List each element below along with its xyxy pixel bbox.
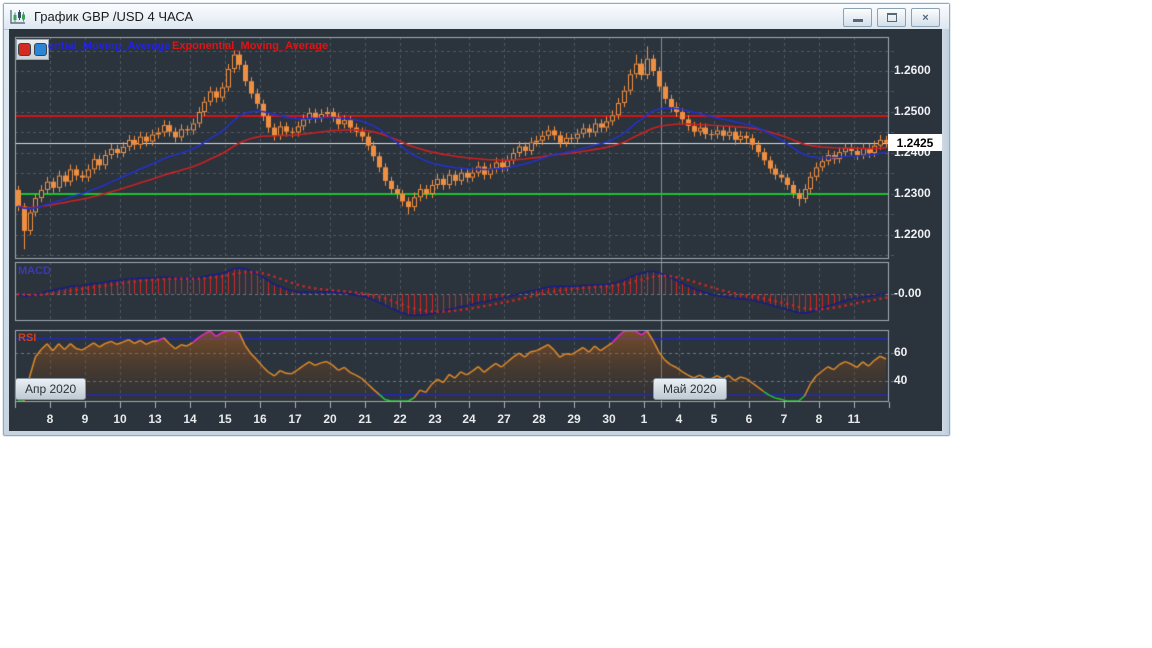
- close-icon: ×: [922, 11, 929, 24]
- date-tick-label: 14: [183, 412, 197, 426]
- restore-icon: [886, 13, 897, 22]
- rsi-panel-label: RSI: [18, 332, 37, 344]
- indicator-red-chip[interactable]: [18, 43, 31, 56]
- date-tick-label: 24: [462, 412, 476, 426]
- indicator-blue-chip[interactable]: [34, 43, 47, 56]
- date-tick-label: 15: [218, 412, 232, 426]
- month-marker-april[interactable]: Апр 2020: [15, 378, 87, 400]
- month-marker-may-label: Май 2020: [663, 382, 717, 396]
- price-chart-canvas[interactable]: [9, 29, 942, 431]
- date-tick-label: 29: [567, 412, 581, 426]
- date-tick-label: 1: [640, 412, 648, 426]
- date-tick-label: 4: [675, 412, 683, 426]
- price-tick-label: 1.2600: [894, 63, 931, 77]
- date-tick-label: 7: [780, 412, 788, 426]
- date-tick-label: 23: [428, 412, 442, 426]
- date-tick-label: 13: [148, 412, 162, 426]
- window-title: График GBP /USD 4 ЧАСА: [34, 9, 194, 24]
- date-tick-label: 9: [81, 412, 89, 426]
- macd-panel-label: MACD: [18, 265, 51, 277]
- date-tick-label: 21: [358, 412, 372, 426]
- close-button[interactable]: ×: [911, 8, 940, 27]
- date-tick-label: 5: [710, 412, 718, 426]
- date-tick-label: 17: [288, 412, 302, 426]
- date-tick-label: 6: [745, 412, 753, 426]
- indicator-chips-box: [16, 39, 49, 60]
- date-tick-label: 10: [113, 412, 127, 426]
- price-tick-label: 1.2500: [894, 104, 931, 118]
- rsi-tick-label: 60: [894, 345, 908, 359]
- chart-window: График GBP /USD 4 ЧАСА × ential_Moving_A…: [3, 3, 950, 436]
- price-tick-label: 1.2200: [894, 227, 931, 241]
- ema-slow-legend-label[interactable]: Exponential_Moving_Average: [172, 40, 328, 52]
- date-tick-label: 8: [815, 412, 823, 426]
- chart-client-area: ential_Moving_Average Exponential_Moving…: [9, 29, 942, 431]
- restore-button[interactable]: [877, 8, 906, 27]
- date-tick-label: 30: [602, 412, 616, 426]
- date-tick-label: 16: [253, 412, 267, 426]
- month-marker-may[interactable]: Май 2020: [653, 378, 727, 400]
- date-tick-label: 22: [393, 412, 407, 426]
- date-tick-label: 28: [532, 412, 546, 426]
- minimize-icon: [852, 19, 863, 22]
- window-controls: ×: [843, 8, 940, 27]
- ema-fast-legend-label[interactable]: ential_Moving_Average: [48, 40, 170, 52]
- price-tick-label: 1.2300: [894, 186, 931, 200]
- date-tick-label: 20: [323, 412, 337, 426]
- macd-axis-label: -0.00: [894, 286, 922, 300]
- date-tick-label: 11: [847, 412, 861, 426]
- date-tick-label: 27: [497, 412, 511, 426]
- month-marker-april-label: Апр 2020: [25, 382, 77, 396]
- vertical-scrollbar[interactable]: [942, 29, 949, 435]
- minimize-button[interactable]: [843, 8, 872, 27]
- date-tick-label: 8: [46, 412, 54, 426]
- current-price-label: 1.2425: [888, 134, 942, 151]
- rsi-tick-label: 40: [894, 373, 908, 387]
- candlestick-chart-icon: [10, 9, 25, 24]
- desktop: { "window": { "title": "График GBP /USD …: [0, 0, 1152, 648]
- title-bar[interactable]: График GBP /USD 4 ЧАСА ×: [4, 4, 949, 30]
